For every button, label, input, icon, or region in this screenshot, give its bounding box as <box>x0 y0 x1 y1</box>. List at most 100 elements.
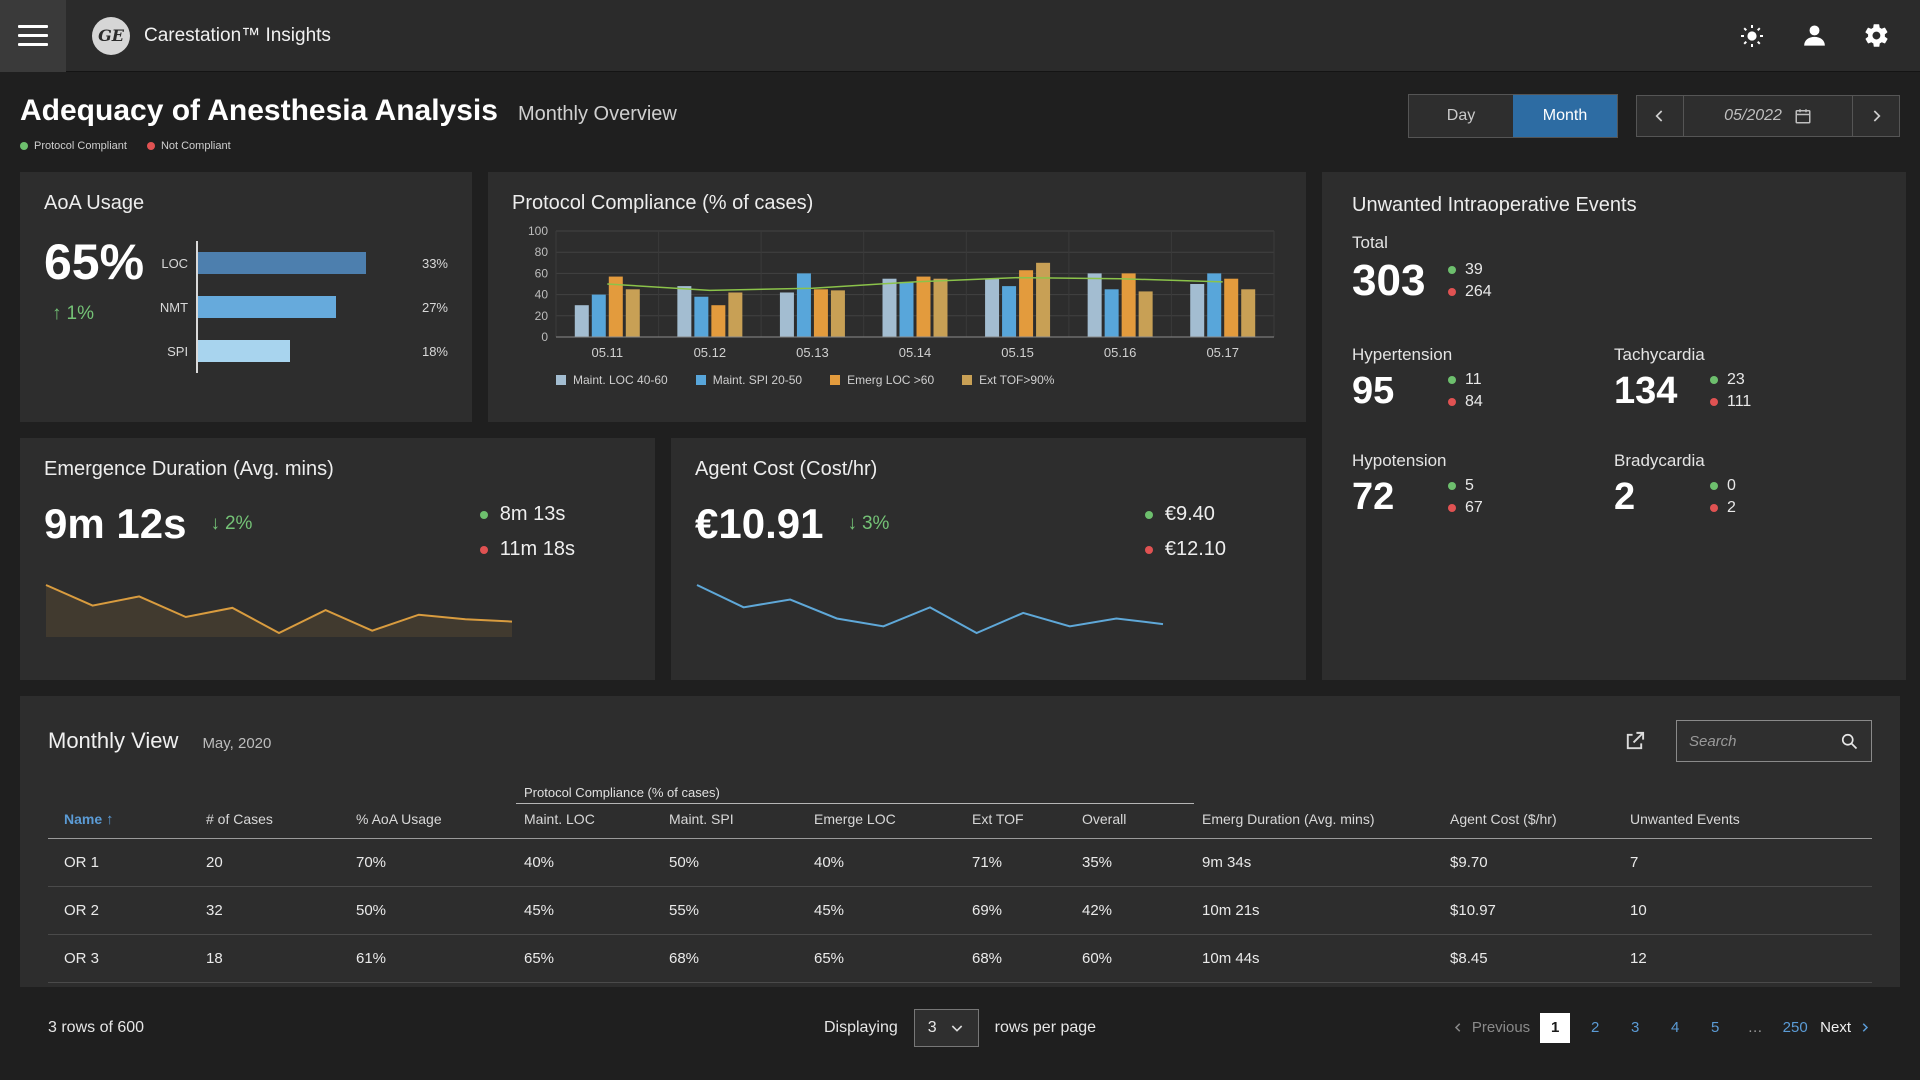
legend-dot-icon <box>20 142 28 150</box>
emergence-card-title: Emergence Duration (Avg. mins) <box>44 458 631 481</box>
table-row-or-3[interactable]: OR 31861%65%68%65%68%60%10m 44s$8.4512 <box>48 934 1872 982</box>
svg-text:80: 80 <box>535 245 549 259</box>
aoa-bar-spi: SPI18% <box>154 329 448 373</box>
cost-stats: €9.40 €12.10 <box>1145 503 1226 561</box>
topbar-actions <box>1736 20 1892 52</box>
col-maint-spi[interactable]: Maint. SPI <box>661 804 806 839</box>
page-button-250[interactable]: 250 <box>1780 1013 1810 1043</box>
col-emerg-duration-avg-mins-[interactable]: Emerg Duration (Avg. mins) <box>1194 804 1442 839</box>
header-controls: Day Month 05/2022 <box>1408 94 1900 138</box>
green-dot-icon <box>1448 266 1456 274</box>
col-overall[interactable]: Overall <box>1074 804 1194 839</box>
event-hypertension: Hypertension951184 <box>1352 345 1614 411</box>
svg-text:05.16: 05.16 <box>1104 345 1137 360</box>
compliant-stat: €9.40 <box>1145 503 1226 526</box>
arrow-up-icon: ↑ <box>52 303 62 325</box>
emergence-value: 9m 12s <box>44 503 186 545</box>
aoa-bar-nmt: NMT27% <box>154 285 448 329</box>
agent-cost-card: Agent Cost (Cost/hr) €10.91 ↓3% €9.40 €1… <box>671 438 1306 680</box>
legend-protocol-compliant: Protocol Compliant <box>20 140 127 152</box>
table-title: Monthly View <box>48 728 178 754</box>
page-button-4[interactable]: 4 <box>1660 1013 1690 1043</box>
col-unwanted-events[interactable]: Unwanted Events <box>1622 804 1872 839</box>
col--of-cases[interactable]: # of Cases <box>198 804 348 839</box>
external-link-icon <box>1623 730 1646 753</box>
tab-day[interactable]: Day <box>1409 95 1513 137</box>
svg-text:100: 100 <box>528 224 548 238</box>
compliance-legend: Protocol Compliant Not Compliant <box>20 140 677 152</box>
green-dot-icon <box>1145 511 1153 519</box>
chevron-right-icon <box>1866 106 1886 126</box>
not-compliant-stat: €12.10 <box>1145 538 1226 561</box>
col-maint-loc[interactable]: Maint. LOC <box>516 804 661 839</box>
rows-per-page-select[interactable]: 3 <box>914 1009 979 1047</box>
col-ext-tof[interactable]: Ext TOF <box>964 804 1074 839</box>
green-dot-icon <box>480 511 488 519</box>
red-dot-icon <box>1448 288 1456 296</box>
events-total: Total 303 39 264 <box>1352 233 1876 303</box>
page-title: Adequacy of Anesthesia Analysis <box>20 94 498 128</box>
date-navigator: 05/2022 <box>1636 95 1900 137</box>
brightness-button[interactable] <box>1736 20 1768 52</box>
tab-month[interactable]: Month <box>1513 95 1617 137</box>
user-icon <box>1801 22 1828 49</box>
event-hypotension: Hypotension72567 <box>1352 451 1614 517</box>
prev-period-button[interactable] <box>1637 96 1683 136</box>
compliant-stat: 39 <box>1448 261 1492 279</box>
col-emerge-loc[interactable]: Emerge LOC <box>806 804 964 839</box>
settings-button[interactable] <box>1860 20 1892 52</box>
svg-text:05.14: 05.14 <box>899 345 932 360</box>
protocol-card-title: Protocol Compliance (% of cases) <box>512 192 1282 215</box>
unwanted-events-card: Unwanted Intraoperative Events Total 303… <box>1322 172 1906 680</box>
svg-text:0: 0 <box>541 330 548 344</box>
rows-per-page: Displaying 3 rows per page <box>824 1009 1096 1047</box>
pagination-pages: 12345…250 <box>1540 1013 1810 1043</box>
table-group-header: Protocol Compliance (% of cases) <box>516 778 1194 804</box>
cost-value: €10.91 <box>695 503 823 545</box>
aoa-delta: ↑1% <box>52 303 94 325</box>
red-dot-icon <box>1145 546 1153 554</box>
red-dot-icon <box>480 546 488 554</box>
next-page-button[interactable]: Next <box>1820 1019 1872 1036</box>
emergence-sparkline <box>44 577 514 639</box>
search-icon[interactable] <box>1839 731 1859 751</box>
view-toggle: Day Month <box>1408 94 1618 138</box>
date-value: 05/2022 <box>1724 107 1782 125</box>
agent-cost-sparkline <box>695 577 1165 639</box>
not-compliant-stat: 264 <box>1448 283 1492 301</box>
export-button[interactable] <box>1623 730 1646 753</box>
date-picker[interactable]: 05/2022 <box>1683 96 1853 136</box>
user-button[interactable] <box>1798 20 1830 52</box>
page-button-3[interactable]: 3 <box>1620 1013 1650 1043</box>
page-button-5[interactable]: 5 <box>1700 1013 1730 1043</box>
col-name[interactable]: Name ↑ <box>48 804 198 839</box>
chart-legend-maint-loc-40-60: Maint. LOC 40-60 <box>556 373 668 387</box>
protocol-compliance-chart: 02040608010005.1105.1205.1305.1405.1505.… <box>512 221 1282 371</box>
table-row-or-1[interactable]: OR 12070%40%50%40%71%35%9m 34s$9.707 <box>48 838 1872 886</box>
col--aoa-usage[interactable]: % AoA Usage <box>348 804 516 839</box>
chevron-left-icon <box>1650 106 1670 126</box>
col-agent-cost-hr-[interactable]: Agent Cost ($/hr) <box>1442 804 1622 839</box>
legend-not-compliant: Not Compliant <box>147 140 231 152</box>
event-bradycardia: Bradycardia202 <box>1614 451 1876 517</box>
next-period-button[interactable] <box>1853 96 1899 136</box>
svg-text:40: 40 <box>535 288 549 302</box>
svg-text:20: 20 <box>535 309 549 323</box>
search-input[interactable] <box>1689 733 1839 750</box>
pagination-bar: 3 rows of 600 Displaying 3 rows per page… <box>20 987 1900 1047</box>
menu-button[interactable] <box>0 0 66 72</box>
svg-text:05.13: 05.13 <box>796 345 829 360</box>
events-total-label: Total <box>1352 233 1876 253</box>
chevron-left-icon <box>1451 1020 1466 1035</box>
protocol-compliance-card: Protocol Compliance (% of cases) 0204060… <box>488 172 1306 422</box>
aoa-card-title: AoA Usage <box>44 192 448 215</box>
table-row-or-2[interactable]: OR 23250%45%55%45%69%42%10m 21s$10.9710 <box>48 886 1872 934</box>
aoa-summary: 65% ↑1% <box>44 237 144 373</box>
event-tachycardia: Tachycardia13423111 <box>1614 345 1876 411</box>
page-button-2[interactable]: 2 <box>1580 1013 1610 1043</box>
previous-page-button[interactable]: Previous <box>1451 1019 1530 1036</box>
svg-text:05.12: 05.12 <box>694 345 727 360</box>
chart-legend-emerg-loc-60: Emerg LOC >60 <box>830 373 934 387</box>
page-button-1[interactable]: 1 <box>1540 1013 1570 1043</box>
aoa-value: 65% <box>44 237 144 287</box>
